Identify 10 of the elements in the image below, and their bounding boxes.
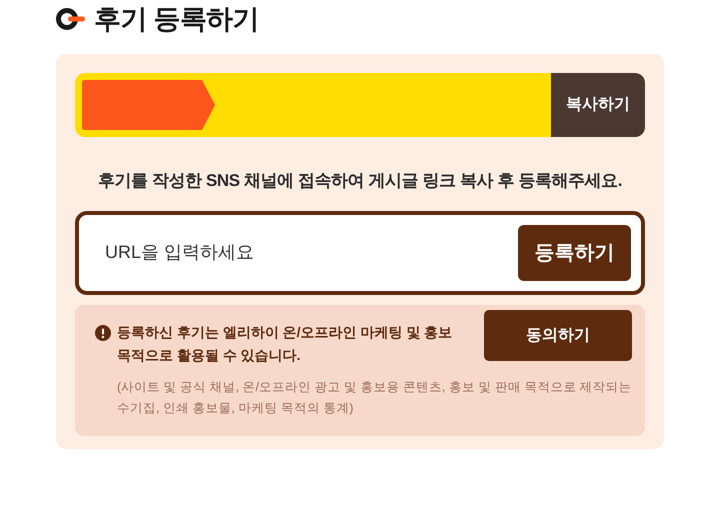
copy-button[interactable]: 복사하기 [551,73,645,137]
consent-notice: 등록하신 후기는 엘리하이 온/오프라인 마케팅 및 홍보 목적으로 활용될 수 있습니다. [117,322,454,364]
register-button[interactable]: 등록하기 [518,224,631,280]
agree-button[interactable]: 동의하기 [484,310,632,361]
page-title: 후기 등록하기 [94,2,259,36]
warning-icon [95,324,111,340]
url-field[interactable]: URL을 입력하세요 등록하기 [75,210,645,294]
instruction-text: 후기를 작성한 SNS 채널에 접속하여 게시글 링크 복사 후 등록해주세요. [96,170,624,192]
consent-detail: (사이트 및 공식 채널, 온/오프라인 광고 및 홍보용 콘텐츠, 홍보 및 판매 목적으로 제작되는 수기집, 인쇄 홍보물, 마케팅 목적의 통계) [117,378,633,417]
logo-icon [56,7,86,31]
